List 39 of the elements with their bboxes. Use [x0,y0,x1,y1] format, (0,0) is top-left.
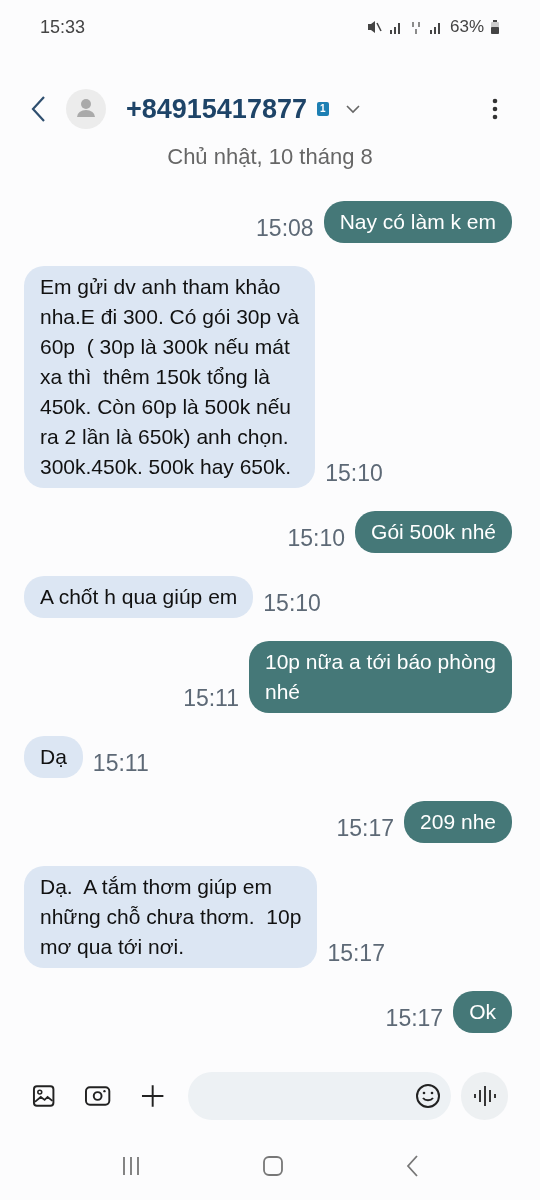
message-time: 15:17 [385,1003,444,1033]
message-time: 15:17 [336,813,395,843]
received-message-bubble: Dạ. A tắm thơm giúp em những chỗ chưa thơm. 10p mơ qua tới nơi. [24,866,318,968]
status-time: 15:33 [40,15,86,39]
sent-message-bubble: Nay có làm k em [323,201,512,243]
waveform-icon [472,1085,497,1107]
home-icon[interactable] [262,1155,284,1177]
sent-message-bubble: 10p nữa a tới báo phòng nhé [249,641,512,713]
date-divider: Chủ nhật, 10 tháng 8 [167,143,373,171]
received-message-bubble: Em gửi dv anh tham khảo nha.E đi 300. Có gói 30p và 60p ( 30p là 300k nếu mát xa thì thêm 150k tổng là 450k. Còn 60p là 500k nếu ra 2 lần là 650k) anh chọn. 300k.450k. 500k hay 650k. [24,266,316,488]
sent-message-bubble: 209 nhe [404,801,512,843]
network-icon [409,19,422,35]
sent-message-bubble: Ok [453,991,512,1033]
message-time: 15:10 [325,458,383,488]
sent-message-bubble: Gói 500k nhé [355,511,512,553]
contact-number[interactable]: +84915417877 [126,88,307,130]
back-nav-icon[interactable] [405,1154,420,1178]
recent-apps-icon[interactable] [120,1155,141,1177]
back-icon[interactable] [30,95,46,123]
message-time: 15:10 [287,523,346,553]
message-time: 15:08 [256,213,314,243]
more-icon[interactable] [492,98,498,120]
mute-icon [365,19,382,35]
message-time: 15:17 [327,938,385,968]
chevron-down-icon[interactable] [344,104,361,114]
received-message-bubble: Dạ [24,736,83,778]
battery-percent: 63% [449,16,484,39]
sim-badge: 1 [316,102,329,116]
message-input-field[interactable] [188,1072,452,1120]
received-message-bubble: A chốt h qua giúp em [24,576,254,618]
camera-icon[interactable] [85,1085,111,1107]
message-time: 15:11 [92,748,149,778]
message-time: 15:11 [183,683,239,713]
battery-icon [490,19,500,35]
emoji-icon[interactable] [415,1083,442,1109]
plus-icon[interactable] [140,1084,164,1108]
gallery-icon[interactable] [32,1084,56,1108]
message-time: 15:10 [263,588,321,618]
voice-button[interactable] [461,1072,508,1120]
